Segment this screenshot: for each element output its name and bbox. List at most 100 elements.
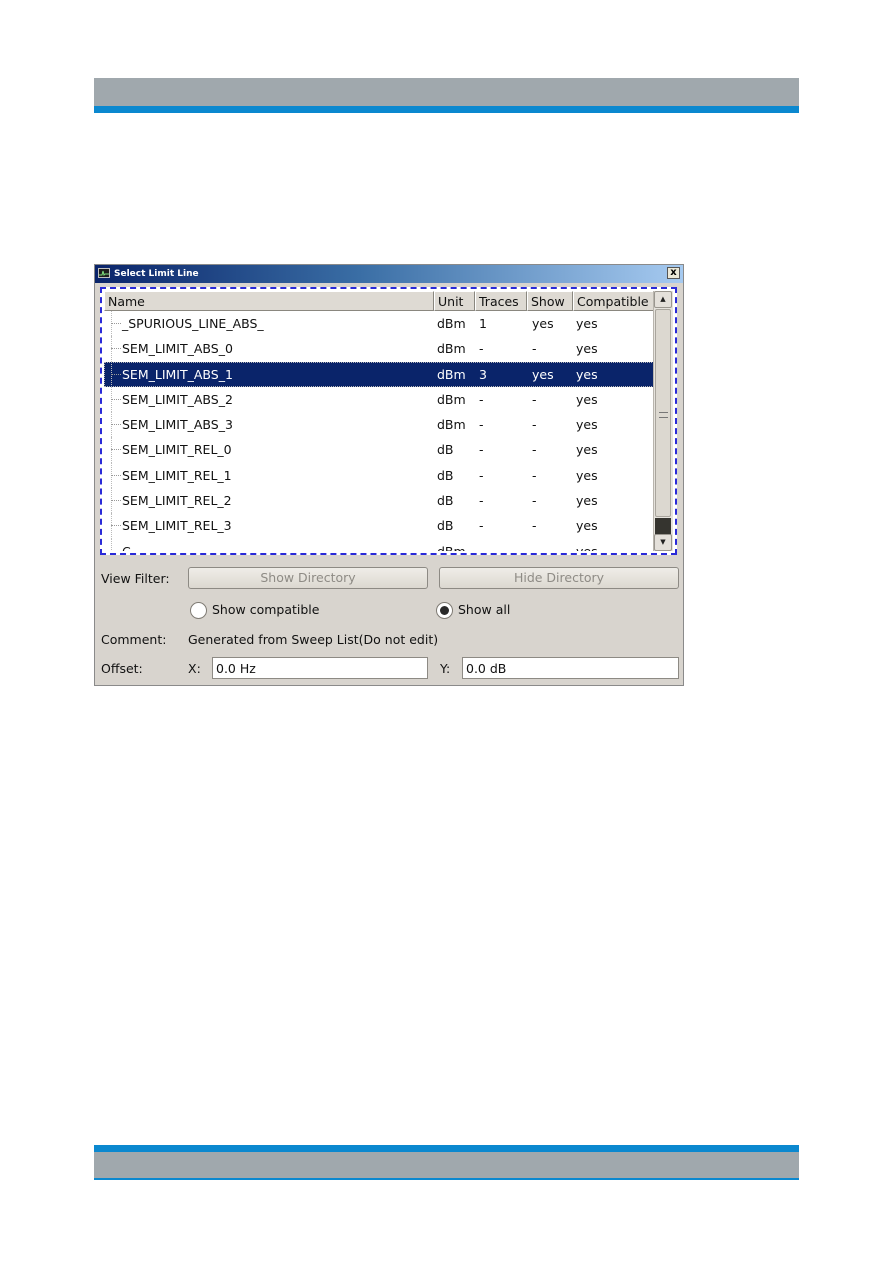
list-item[interactable]: SEM_LIMIT_ABS_1 dBm 3 yes yes [104, 361, 656, 387]
limit-line-name-text: SEM_LIMIT_REL_2 [122, 493, 232, 509]
limit-line-show: - [532, 417, 537, 433]
limit-line-list[interactable]: Name Unit Traces Show Compatible _SPURIO… [100, 287, 677, 555]
list-rows: _SPURIOUS_LINE_ABS_ dBm 1 yes yes SEM_LIMIT_A… [104, 311, 656, 551]
comment-label: Comment: [101, 632, 167, 647]
comment-value: Generated from Sweep List(Do not edit) [188, 632, 439, 647]
limit-line-show: - [532, 518, 537, 534]
view-filter-label: View Filter: [101, 571, 170, 586]
list-item[interactable]: CdBm--yes [104, 538, 656, 551]
show-all-label[interactable]: Show all [458, 602, 510, 617]
limit-line-compatible: yes [576, 493, 598, 509]
offset-y-input[interactable] [462, 657, 679, 679]
limit-line-name-text: SEM_LIMIT_ABS_0 [122, 341, 233, 357]
limit-line-traces: - [479, 467, 484, 483]
column-header-show[interactable]: Show [527, 291, 573, 311]
offset-y-label: Y: [440, 661, 451, 676]
tree-branch-icon [111, 323, 121, 324]
limit-line-unit: dB [437, 467, 454, 483]
limit-line-name: C [104, 538, 434, 551]
limit-line-name-text: SEM_LIMIT_ABS_2 [122, 391, 233, 407]
scroll-down-arrow-icon[interactable]: ▼ [654, 534, 672, 551]
limit-line-show: yes [532, 316, 554, 331]
show-compatible-radio[interactable] [190, 602, 207, 619]
tree-branch-icon [111, 348, 121, 350]
list-item[interactable]: _SPURIOUS_LINE_ABS_ dBm 1 yes yes [104, 311, 656, 337]
limit-line-name-text: SEM_LIMIT_REL_1 [122, 467, 232, 483]
limit-line-traces: 3 [479, 366, 487, 382]
header-band [94, 78, 799, 106]
limit-line-name: _SPURIOUS_LINE_ABS_ [104, 311, 434, 337]
tree-branch-icon [111, 424, 121, 426]
dialog-titlebar[interactable]: Select Limit Line x [95, 265, 683, 283]
list-item[interactable]: SEM_LIMIT_REL_1 dB - - yes [104, 462, 656, 489]
limit-line-show: - [527, 539, 573, 551]
limit-line-name-text: SEM_LIMIT_REL_3 [122, 518, 232, 534]
limit-line-traces: - [479, 518, 484, 534]
limit-line-unit: dBm [437, 341, 466, 357]
tree-connector-icon [111, 538, 112, 551]
limit-line-traces: - [479, 442, 484, 458]
list-item[interactable]: SEM_LIMIT_REL_3 dB - - yes [104, 513, 656, 539]
limit-line-show: - [532, 391, 537, 407]
limit-line-name: SEM_LIMIT_ABS_3 [104, 412, 434, 438]
limit-line-name: SEM_LIMIT_ABS_2 [104, 386, 434, 413]
limit-line-name: SEM_LIMIT_REL_0 [104, 437, 434, 463]
dialog-title: Select Limit Line [114, 269, 199, 279]
limit-line-unit: dBm [437, 417, 466, 433]
offset-x-input[interactable] [212, 657, 428, 679]
close-button[interactable]: x [667, 267, 680, 279]
tree-branch-icon [111, 398, 121, 400]
list-item[interactable]: SEM_LIMIT_ABS_0 dBm - - yes [104, 336, 656, 362]
limit-line-compatible: yes [576, 316, 598, 331]
scroll-up-arrow-icon[interactable]: ▲ [654, 291, 672, 308]
tree-branch-icon [111, 373, 121, 375]
limit-line-show: - [532, 493, 537, 509]
limit-line-name: SEM_LIMIT_ABS_0 [104, 336, 434, 362]
column-header-traces[interactable]: Traces [475, 291, 527, 311]
column-header-unit[interactable]: Unit [434, 291, 475, 311]
footer-accent-line [94, 1145, 799, 1152]
limit-line-name: SEM_LIMIT_REL_2 [104, 488, 434, 514]
limit-line-unit: dBm [437, 391, 466, 407]
limit-line-name: SEM_LIMIT_REL_3 [104, 513, 434, 539]
limit-line-traces: - [475, 539, 527, 551]
list-item[interactable]: SEM_LIMIT_ABS_2 dBm - - yes [104, 386, 656, 413]
header-accent-line [94, 106, 799, 113]
list-item[interactable]: SEM_LIMIT_ABS_3 dBm - - yes [104, 412, 656, 438]
hide-directory-button[interactable]: Hide Directory [439, 567, 679, 589]
limit-line-traces: - [479, 341, 484, 357]
limit-line-name: SEM_LIMIT_ABS_1 [104, 361, 434, 387]
limit-line-compatible: yes [576, 417, 598, 433]
limit-line-compatible: yes [576, 467, 598, 483]
limit-line-show: - [532, 341, 537, 357]
limit-line-name-text: _SPURIOUS_LINE_ABS_ [122, 316, 264, 331]
limit-line-traces: - [479, 493, 484, 509]
select-limit-line-dialog: Select Limit Line x Name Unit Traces Sho… [94, 264, 684, 686]
limit-line-compatible: yes [576, 391, 598, 407]
vertical-scrollbar[interactable]: ▲ ▼ [653, 291, 673, 551]
show-directory-button[interactable]: Show Directory [188, 567, 428, 589]
list-item[interactable]: SEM_LIMIT_REL_0 dB - - yes [104, 437, 656, 463]
tree-branch-icon [111, 525, 121, 527]
column-header-name[interactable]: Name [104, 291, 434, 311]
limit-line-unit: dBm [437, 366, 466, 382]
tree-branch-icon [111, 474, 121, 476]
limit-line-show: - [532, 442, 537, 458]
limit-line-unit: dBm [437, 316, 466, 331]
offset-x-label: X: [188, 661, 201, 676]
column-header-compatible[interactable]: Compatible [573, 291, 656, 311]
show-all-radio[interactable] [436, 602, 453, 619]
limit-line-compatible: yes [576, 341, 598, 357]
limit-line-compatible: yes [573, 539, 656, 551]
tree-branch-icon [111, 500, 121, 502]
limit-line-compatible: yes [576, 442, 598, 458]
list-item[interactable]: SEM_LIMIT_REL_2 dB - - yes [104, 488, 656, 514]
limit-line-name-text: SEM_LIMIT_ABS_3 [122, 417, 233, 433]
scrollbar-thumb[interactable] [655, 309, 671, 517]
limit-line-name-text: SEM_LIMIT_ABS_1 [122, 366, 233, 382]
footer-band [94, 1152, 799, 1180]
show-compatible-label[interactable]: Show compatible [212, 602, 319, 617]
limit-line-name-text: C [122, 544, 131, 551]
limit-line-show: - [532, 467, 537, 483]
limit-line-compatible: yes [576, 366, 598, 382]
